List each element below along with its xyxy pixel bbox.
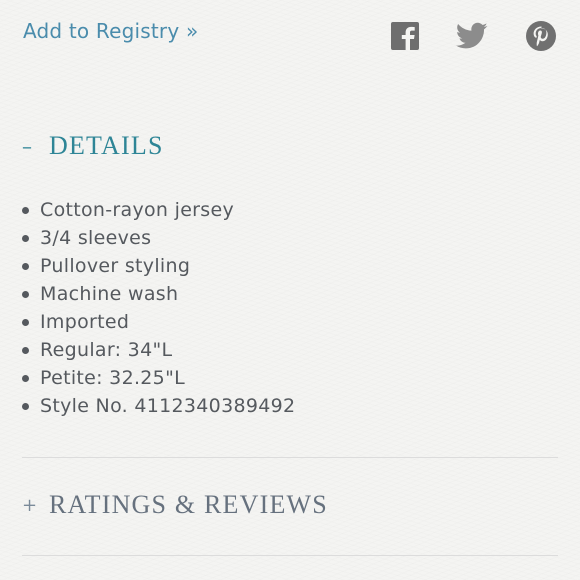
pinterest-icon [526,21,556,51]
bullet-icon [22,318,29,326]
details-list-item: Machine wash [22,280,295,308]
details-item-text: Pullover styling [40,255,191,277]
details-item-text: Machine wash [40,283,179,305]
details-section-toggle[interactable]: – DETAILS [22,131,164,161]
details-list-item: Pullover styling [22,252,295,280]
bullet-icon [22,262,29,270]
details-list-item: Style No. 4112340389492 [22,392,295,420]
section-divider [22,457,558,458]
bullet-icon [22,234,29,242]
bullet-icon [22,290,29,298]
twitter-icon [456,22,488,49]
pinterest-share-button[interactable] [525,20,557,52]
details-item-text: Cotton-rayon jersey [40,199,235,221]
expand-icon: + [22,494,38,516]
facebook-icon [391,22,419,50]
bullet-icon [22,206,29,214]
facebook-share-button[interactable] [389,20,421,52]
details-list-item: Cotton-rayon jersey [22,196,295,224]
bullet-icon [22,402,29,410]
details-list-item: Regular: 34"L [22,336,295,364]
details-item-text: Imported [40,311,130,333]
details-list-item: Imported [22,308,295,336]
section-divider [22,555,558,556]
collapse-icon: – [22,134,32,158]
details-heading: DETAILS [49,131,164,160]
details-item-text: Petite: 32.25"L [40,367,185,389]
ratings-reviews-section-toggle[interactable]: + RATINGS & REVIEWS [22,490,328,520]
details-list-item: 3/4 sleeves [22,224,295,252]
details-item-text: Style No. 4112340389492 [40,395,296,417]
details-list-item: Petite: 32.25"L [22,364,295,392]
add-to-registry-link[interactable]: Add to Registry » [23,19,198,43]
details-item-text: 3/4 sleeves [40,227,152,249]
bullet-icon [22,374,29,382]
twitter-share-button[interactable] [456,20,488,52]
details-list: Cotton-rayon jersey 3/4 sleeves Pullover… [22,196,295,420]
details-item-text: Regular: 34"L [40,339,173,361]
bullet-icon [22,346,29,354]
ratings-reviews-heading: RATINGS & REVIEWS [49,490,328,519]
